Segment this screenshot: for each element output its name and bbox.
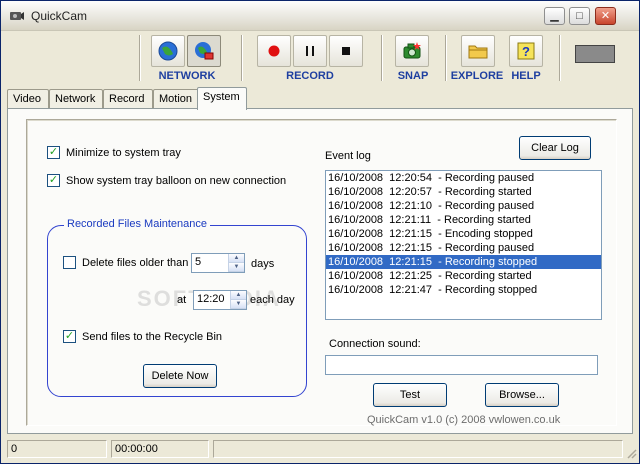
connection-sound-label: Connection sound: (329, 338, 421, 350)
time-value: 12:20 (197, 293, 225, 305)
list-item[interactable]: 16/10/2008 12:21:47 - Recording stopped (326, 283, 601, 297)
tray-balloon-row[interactable]: ✓ Show system tray balloon on new connec… (47, 174, 286, 187)
toolbar-separator (381, 35, 383, 81)
list-item[interactable]: 16/10/2008 12:20:57 - Recording started (326, 185, 601, 199)
list-item[interactable]: 16/10/2008 12:21:25 - Recording started (326, 269, 601, 283)
status-cell-counter: 0 (7, 440, 107, 458)
record-label: RECORD (286, 70, 334, 82)
tray-balloon-label: Show system tray balloon on new connecti… (66, 174, 287, 187)
record-button[interactable] (257, 35, 291, 67)
tab-system[interactable]: System (197, 87, 247, 110)
close-button[interactable]: ✕ (595, 7, 616, 25)
recorded-files-maintenance-group: Recorded Files Maintenance Delete files … (47, 218, 307, 397)
snap-button[interactable] (395, 35, 429, 67)
minimize-to-tray-checkbox[interactable]: ✓ (47, 146, 60, 159)
delete-older-label: Delete files older than (82, 256, 189, 269)
snap-label: SNAP (397, 70, 429, 82)
list-item[interactable]: 16/10/2008 12:21:11 - Recording started (326, 213, 601, 227)
stop-icon (342, 47, 350, 55)
pause-button[interactable] (293, 35, 327, 67)
system-tab-panel: SOFTPEDIA ✓ Minimize to system tray ✓ Sh… (7, 108, 633, 434)
status-bar: 0 00:00:00 (1, 437, 639, 463)
list-item[interactable]: 16/10/2008 12:21:15 - Recording paused (326, 241, 601, 255)
event-log-label: Event log (325, 150, 371, 162)
network-globe-button[interactable] (151, 35, 185, 67)
list-item[interactable]: 16/10/2008 12:21:10 - Recording paused (326, 199, 601, 213)
event-log-list[interactable]: 16/10/2008 12:20:54 - Recording paused 1… (325, 170, 602, 320)
at-label: at (177, 294, 187, 306)
list-item[interactable]: 16/10/2008 12:20:54 - Recording paused (326, 171, 601, 185)
minimize-to-tray-label: Minimize to system tray (66, 146, 181, 159)
toolbar-separator (559, 35, 561, 81)
recycle-bin-label: Send files to the Recycle Bin (82, 330, 223, 343)
spin-down-icon[interactable]: ▼ (229, 263, 244, 272)
status-cell-timer: 00:00:00 (111, 440, 209, 458)
network-label: NETWORK (158, 70, 216, 82)
resize-grip-icon[interactable] (625, 447, 637, 459)
quickcam-window: QuickCam ▁ □ ✕ NETWORK RECORD SNAP EXPLO… (0, 0, 640, 464)
status-cell-message (213, 440, 623, 458)
spin-up-icon[interactable]: ▲ (229, 254, 244, 263)
maximize-button[interactable]: □ (569, 7, 590, 25)
days-spinner-arrows: ▲ ▼ (228, 254, 244, 272)
minimize-to-tray-row[interactable]: ✓ Minimize to system tray (47, 146, 181, 159)
stop-button[interactable] (329, 35, 363, 67)
spin-up-icon[interactable]: ▲ (231, 291, 246, 300)
toolbar-separator (241, 35, 243, 81)
minimize-button[interactable]: ▁ (544, 7, 565, 25)
delete-older-checkbox[interactable] (63, 256, 76, 269)
recycle-bin-checkbox[interactable]: ✓ (63, 330, 76, 343)
folder-icon (468, 45, 488, 59)
close-icon: ✕ (600, 10, 611, 22)
help-button[interactable]: ? (509, 35, 543, 67)
delete-older-row[interactable]: Delete files older than (63, 256, 188, 269)
spin-down-icon[interactable]: ▼ (231, 300, 246, 309)
test-button[interactable]: Test (373, 383, 447, 407)
network-globe-connect-icon (195, 42, 214, 60)
globe-icon (158, 41, 178, 61)
help-icon: ? (517, 42, 535, 60)
each-day-label: each day (250, 294, 295, 306)
system-settings-pane: SOFTPEDIA ✓ Minimize to system tray ✓ Sh… (26, 119, 617, 426)
list-item[interactable]: 16/10/2008 12:21:15 - Encoding stopped (326, 227, 601, 241)
toolbar-separator (139, 35, 141, 81)
record-icon (268, 45, 280, 57)
maximize-icon: □ (576, 10, 583, 22)
time-spinner-arrows: ▲ ▼ (230, 291, 246, 309)
window-title: QuickCam (31, 9, 88, 23)
tray-balloon-checkbox[interactable]: ✓ (47, 174, 60, 187)
version-footer: QuickCam v1.0 (c) 2008 vwlowen.co.uk (367, 414, 561, 426)
recycle-bin-row[interactable]: ✓ Send files to the Recycle Bin (63, 330, 222, 343)
days-label: days (251, 258, 275, 270)
help-label: HELP (511, 70, 541, 82)
explore-button[interactable] (461, 35, 495, 67)
browse-button[interactable]: Browse... (485, 383, 559, 407)
explore-label: EXPLORE (450, 70, 504, 82)
delete-now-button[interactable]: Delete Now (143, 364, 217, 388)
toolbar: NETWORK RECORD SNAP EXPLORE ? HELP (1, 31, 639, 87)
tab-video[interactable]: Video (7, 89, 49, 109)
group-title: Recorded Files Maintenance (64, 218, 211, 230)
clear-log-button[interactable]: Clear Log (519, 136, 591, 160)
title-bar: QuickCam ▁ □ ✕ (1, 1, 639, 31)
tab-motion[interactable]: Motion (153, 89, 199, 109)
connection-sound-input[interactable] (325, 355, 598, 375)
svg-text:?: ? (522, 44, 530, 59)
network-connect-button[interactable] (187, 35, 221, 67)
toolbar-separator (445, 35, 447, 81)
connection-status-indicator (575, 45, 615, 63)
tab-network[interactable]: Network (49, 89, 103, 109)
days-spinner[interactable]: 5 ▲ ▼ (191, 253, 245, 273)
tab-record[interactable]: Record (103, 89, 153, 109)
minimize-icon: ▁ (550, 10, 559, 22)
list-item-selected[interactable]: 16/10/2008 12:21:15 - Recording stopped (326, 255, 601, 269)
pause-icon (306, 46, 314, 56)
camera-app-icon (10, 12, 24, 20)
time-spinner[interactable]: 12:20 ▲ ▼ (193, 290, 247, 310)
days-value: 5 (195, 256, 202, 268)
camera-snap-icon (403, 42, 421, 59)
